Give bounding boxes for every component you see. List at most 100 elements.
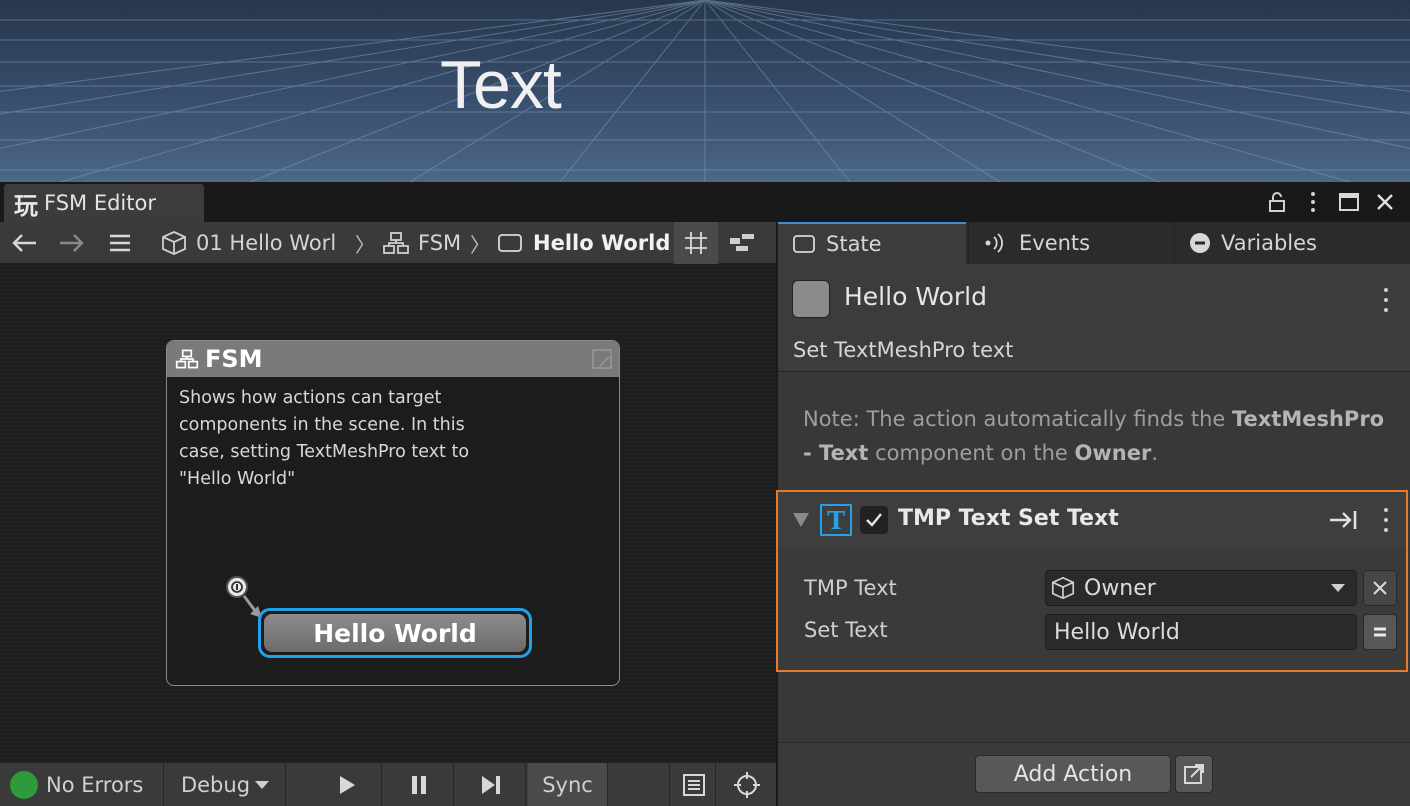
play-icon [339,776,355,794]
step-button[interactable] [456,763,526,806]
state-icon [498,234,522,252]
sync-label: Sync [542,773,593,797]
set-text-label: Set Text [804,618,888,642]
cube-icon [1051,576,1075,600]
state-name-field[interactable]: Hello World [844,282,987,311]
grid-toggle-button[interactable] [674,222,718,264]
tab-label: State [826,232,882,256]
fsm-header[interactable]: FSM [167,341,619,377]
close-icon [1373,581,1387,595]
sync-button[interactable]: Sync [528,763,608,806]
set-text-input[interactable]: Hello World [1045,614,1357,650]
minimap-icon [730,234,754,251]
pause-button[interactable] [384,763,454,806]
owner-note: Note: The action automatically finds the… [803,407,1385,465]
owner-value: Owner [1084,575,1156,601]
hierarchy-icon [383,232,409,254]
tab-label: Events [1019,231,1091,255]
tmp-text-icon: T [820,504,852,536]
editor-tab[interactable]: 玩 FSM Editor [4,184,204,222]
fsm-editor-window: 玩 FSM Editor 01 Hello Worl 〉 FSM 〉 Hello… [0,182,1410,806]
log-button[interactable] [672,763,716,806]
graph-pane: 01 Hello Worl 〉 FSM 〉 Hello World FSM Sh… [0,222,776,806]
breadcrumb-label: FSM [418,231,462,255]
add-action-bar: Add Action [778,742,1410,806]
crosshair-icon [734,772,760,798]
graph-canvas[interactable]: FSM Shows how actions can target compone… [0,264,776,762]
chevron-right-icon: 〉 [355,232,375,257]
variables-icon [1190,233,1210,253]
hamburger-icon [110,234,130,252]
state-icon [793,235,815,253]
goto-end-icon[interactable] [1328,509,1360,531]
action-title: TMP Text Set Text [898,506,1119,531]
close-icon[interactable] [1370,188,1400,216]
back-button[interactable] [8,222,40,264]
status-text: No Errors [46,773,144,797]
state-color-swatch[interactable] [792,280,830,318]
inspector-pane: State Events Variables Hello World Set T… [776,222,1410,806]
hierarchy-icon [175,349,199,369]
checkmark-icon [866,513,882,527]
error-status[interactable]: No Errors [0,763,164,806]
graph-statusbar: No Errors Debug Sync [0,762,776,806]
log-icon [682,774,705,796]
grid-icon [685,232,707,254]
more-icon[interactable] [1376,288,1396,312]
play-button[interactable] [312,763,382,806]
breadcrumb-state[interactable]: Hello World [497,222,673,264]
tmp-text-label: TMP Text [804,576,897,600]
action-enabled-checkbox[interactable] [860,506,888,534]
locate-button[interactable] [718,763,776,806]
tab-label: Variables [1221,231,1317,255]
inspector-tabs: State Events Variables [778,222,1410,264]
status-ok-icon [10,771,38,799]
minimap-button[interactable] [720,222,764,264]
action-tmp-text-set-text: T TMP Text Set Text TMP Text Owner Set T… [776,490,1408,672]
editor-tab-title: FSM Editor [44,191,156,215]
equals-icon [1374,627,1386,637]
dropdown-arrow-icon [1331,584,1345,592]
tab-state[interactable]: State [778,222,966,264]
tab-variables[interactable]: Variables [1174,222,1410,264]
more-icon[interactable] [1376,508,1396,532]
dropdown-arrow-icon [255,781,270,789]
scene-grid [0,0,1410,182]
playmaker-icon: 玩 [14,191,38,220]
variable-toggle-button[interactable] [1363,614,1397,650]
tmp-text-owner-select[interactable]: Owner [1045,570,1357,606]
expand-icon[interactable] [591,348,613,370]
scene-view: Text [0,0,1410,182]
breadcrumb-gameobject[interactable]: 01 Hello Worl [160,222,350,264]
tab-events[interactable]: Events [968,222,1172,264]
state-header: Hello World Set TextMeshPro text [778,264,1410,372]
arrow-right-icon [60,234,84,252]
debug-dropdown[interactable]: Debug [166,763,286,806]
state-description-field[interactable]: Set TextMeshPro text [793,338,1013,362]
action-browser-button[interactable] [1175,755,1213,793]
pause-icon [411,776,426,794]
open-external-icon [1184,764,1204,784]
empty-slot [610,763,670,806]
breadcrumb-label: 01 Hello Worl [196,231,337,255]
add-action-button[interactable]: Add Action [975,755,1171,793]
fsm-title: FSM [205,345,263,373]
window-titlebar: 玩 FSM Editor [0,182,1410,222]
lock-icon[interactable] [1262,188,1292,216]
state-node-hello-world[interactable]: Hello World [258,608,532,658]
scene-text-object[interactable]: Text [440,46,562,124]
maximize-icon[interactable] [1334,188,1364,216]
action-header[interactable]: T TMP Text Set Text [778,492,1406,548]
arrow-left-icon [12,234,36,252]
forward-button[interactable] [56,222,88,264]
breadcrumb-fsm[interactable]: FSM [382,222,466,264]
clear-button[interactable] [1363,570,1397,606]
fsm-description: Shows how actions can target components … [179,388,470,489]
graph-toolbar: 01 Hello Worl 〉 FSM 〉 Hello World [0,222,776,264]
triangle-down-icon[interactable] [792,512,810,528]
events-icon [985,233,1003,253]
more-icon[interactable] [1298,188,1328,216]
debug-label: Debug [180,773,251,797]
step-icon [481,776,500,794]
menu-button[interactable] [106,222,134,264]
